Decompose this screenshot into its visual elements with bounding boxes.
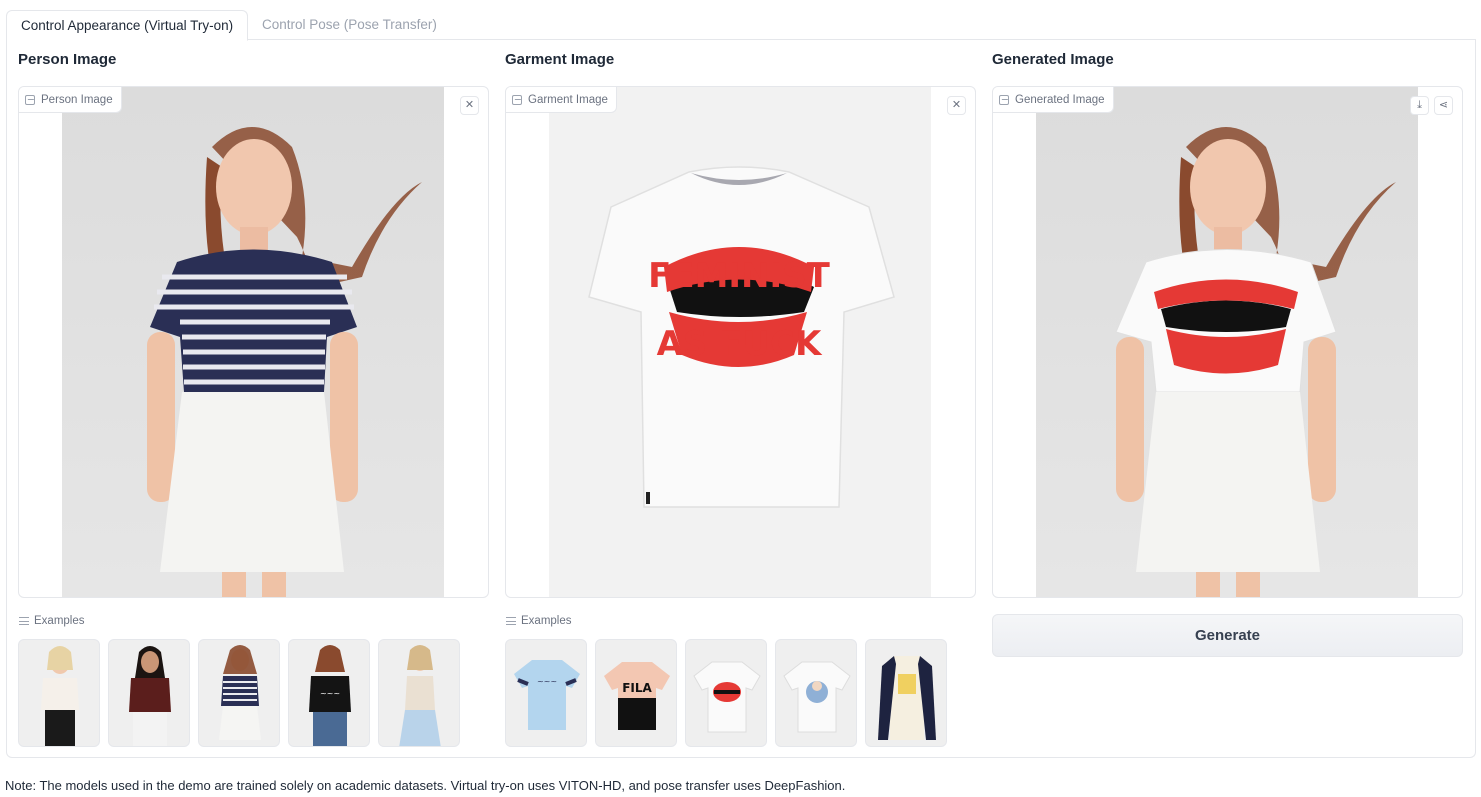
garment-image-label: Garment Image [506,87,617,113]
person-example-1[interactable] [18,639,100,747]
garment-examples-label: Examples [506,615,572,627]
person-examples-label-text: Examples [34,615,85,627]
tab-bar: Control Appearance (Virtual Try-on) Cont… [6,10,1476,41]
person-photo [62,87,444,597]
garment-example-2[interactable]: FILA [595,639,677,747]
share-icon: ⋖ [1438,99,1449,111]
garment-photo: FEMINIST AS FUCK [549,87,931,597]
svg-text:~~~: ~~~ [320,689,340,698]
share-button[interactable]: ⋖ [1434,96,1453,115]
generate-button[interactable]: Generate [992,614,1463,657]
garment-image-label-text: Garment Image [528,93,608,106]
garment-examples: ~~~ FILA [505,639,947,747]
generated-photo [1036,87,1418,597]
list-icon [506,617,516,625]
footer-note: Note: The models used in the demo are tr… [5,778,846,793]
garment-image-title: Garment Image [505,51,615,68]
list-icon [19,617,29,625]
person-example-3[interactable] [198,639,280,747]
image-icon [512,94,522,105]
clear-garment-image-button[interactable]: ✕ [947,96,966,115]
person-example-5[interactable] [378,639,460,747]
garment-print-line2: AS FUCK [657,324,823,364]
download-button[interactable]: ⤓ [1410,96,1429,115]
tab-control-appearance[interactable]: Control Appearance (Virtual Try-on) [6,10,249,41]
image-icon [25,94,35,105]
tab-control-pose[interactable]: Control Pose (Pose Transfer) [248,10,451,40]
person-image-title: Person Image [18,51,117,68]
person-image-label: Person Image [19,87,122,113]
person-example-2[interactable] [108,639,190,747]
person-example-4[interactable]: ~~~ [288,639,370,747]
person-examples-label: Examples [19,615,85,627]
svg-text:FILA: FILA [622,681,652,695]
generated-image-label: Generated Image [993,87,1114,113]
generated-image-label-text: Generated Image [1015,93,1105,106]
image-icon [999,94,1009,105]
garment-example-1[interactable]: ~~~ [505,639,587,747]
person-image-box[interactable]: Person Image ✕ [18,86,489,598]
garment-example-3[interactable] [685,639,767,747]
close-icon: ✕ [464,99,475,111]
garment-example-4[interactable] [775,639,857,747]
person-image-label-text: Person Image [41,93,113,106]
person-examples: ~~~ [18,639,460,747]
close-icon: ✕ [951,99,962,111]
garment-image-box[interactable]: Garment Image ✕ FEMINIST AS FUCK [505,86,976,598]
garment-examples-label-text: Examples [521,615,572,627]
clear-person-image-button[interactable]: ✕ [460,96,479,115]
garment-example-5[interactable] [865,639,947,747]
garment-print-line1: FEMINIST [648,256,831,296]
svg-text:~~~: ~~~ [537,677,557,686]
download-icon: ⤓ [1417,99,1422,111]
generated-image-box: Generated Image ⤓ ⋖ [992,86,1463,598]
generated-image-title: Generated Image [992,51,1114,68]
